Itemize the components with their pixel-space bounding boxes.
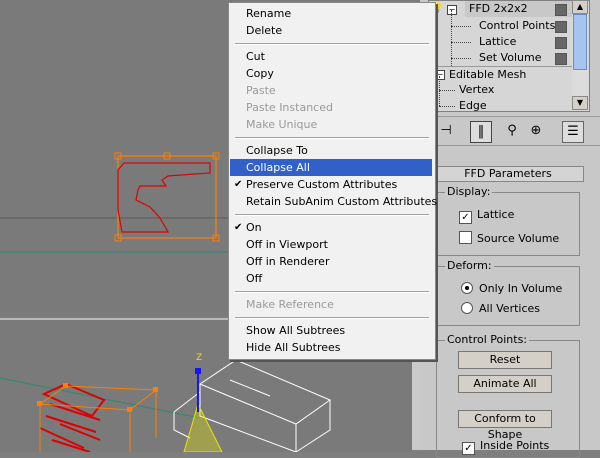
only-in-volume-radio[interactable]: Only In Volume <box>461 282 562 296</box>
scroll-up-icon[interactable]: ▲ <box>572 0 588 14</box>
show-end-result-icon[interactable]: ‖ <box>470 121 492 143</box>
radio-icon <box>461 302 473 314</box>
checkmark-icon: ✓ <box>462 442 475 455</box>
checkbox-label: Source Volume <box>477 232 560 245</box>
pivot-marker <box>195 368 201 374</box>
radio-label: All Vertices <box>479 302 541 315</box>
menu-item-off-in-viewport[interactable]: Off in Viewport <box>230 236 432 253</box>
stack-scrollbar[interactable]: ▲ ▼ <box>572 0 588 110</box>
stack-item-label: Control Points <box>479 19 556 32</box>
stack-item-label: Vertex <box>459 83 495 96</box>
menu-item-copy[interactable]: Copy <box>230 65 432 82</box>
stack-item-vertex[interactable]: Vertex <box>429 76 575 106</box>
collapse-icon[interactable]: − <box>435 70 445 80</box>
stack-item-lattice[interactable]: Lattice <box>429 34 575 50</box>
radio-label: Only In Volume <box>479 282 563 295</box>
pin-stack-icon[interactable]: ⊣ <box>436 121 456 141</box>
collapse-icon[interactable]: − <box>447 5 457 15</box>
menu-item-collapse-to[interactable]: Collapse To <box>230 142 432 159</box>
red-wire-mesh[interactable] <box>39 382 106 452</box>
menu-item-collapse-all[interactable]: Collapse All <box>230 159 432 176</box>
menu-item-make-reference: Make Reference <box>246 298 334 311</box>
menu-item-rename[interactable]: Rename <box>230 5 432 22</box>
checkmark-icon: ✔ <box>234 179 243 190</box>
toggle-box[interactable] <box>555 37 567 49</box>
menu-item-retain-subanim[interactable]: Retain SubAnim Custom Attributes <box>230 193 437 210</box>
menu-item-preserve-custom-attributes[interactable]: ✔ Preserve Custom Attributes <box>230 176 432 193</box>
mesh-shape[interactable] <box>117 162 211 233</box>
menu-separator <box>235 291 429 293</box>
reset-button[interactable]: Reset <box>458 351 552 369</box>
menu-item-delete[interactable]: Delete <box>230 22 432 39</box>
stack-toolbar: ⊣ ‖ ⚲ ⊕ ☰ <box>420 116 600 146</box>
stack-item-editable-mesh[interactable]: − Editable Mesh <box>429 66 575 83</box>
menu-separator <box>235 317 429 319</box>
remove-modifier-icon[interactable]: ⊕ <box>526 121 546 141</box>
animate-all-button[interactable]: Animate All <box>458 375 552 393</box>
menu-item-paste-instanced: Paste Instanced <box>246 101 333 114</box>
stack-item-control-points[interactable]: Control Points <box>429 10 575 66</box>
toggle-box[interactable] <box>555 21 567 33</box>
stack-item-edge[interactable]: Edge <box>429 98 575 112</box>
group-title: Display: <box>445 185 493 199</box>
make-unique-icon[interactable]: ⚲ <box>502 121 522 141</box>
menu-separator <box>235 214 429 216</box>
deform-group: Deform: Only In Volume All Vertices <box>436 259 580 326</box>
menu-item-label: On <box>246 221 262 234</box>
gizmo-cone[interactable] <box>183 402 223 452</box>
stack-item-label: Editable Mesh <box>449 68 527 81</box>
stack-context-menu: Rename Delete Cut Copy Paste Paste Insta… <box>228 2 437 360</box>
menu-item-paste: Paste <box>246 84 276 97</box>
stack-item-label: Edge <box>459 99 487 112</box>
menu-item-off[interactable]: Off <box>230 270 432 287</box>
radio-selected-icon <box>461 282 473 294</box>
menu-separator <box>235 137 429 139</box>
menu-item-show-all-subtrees[interactable]: Show All Subtrees <box>230 322 432 339</box>
menu-item-off-in-renderer[interactable]: Off in Renderer <box>230 253 432 270</box>
checkmark-icon: ✓ <box>459 211 472 224</box>
checkbox-label: Lattice <box>477 208 515 221</box>
modifier-stack[interactable]: 💡 − FFD 2x2x2 Control Points Lattice Set… <box>428 0 590 112</box>
scroll-thumb[interactable] <box>573 14 587 70</box>
stack-item-label: Lattice <box>479 35 517 48</box>
menu-separator <box>235 43 429 45</box>
menu-item-on[interactable]: ✔ On <box>230 219 432 236</box>
inside-points-checkbox[interactable]: ✓ Inside Points <box>462 439 549 455</box>
menu-item-make-unique: Make Unique <box>246 118 318 131</box>
toggle-box[interactable] <box>555 4 567 16</box>
conform-to-shape-button[interactable]: Conform to Shape <box>458 410 552 441</box>
configure-modifier-sets-icon[interactable]: ☰ <box>562 121 584 143</box>
stack-item-label: Set Volume <box>479 51 542 64</box>
all-vertices-radio[interactable]: All Vertices <box>461 302 540 316</box>
lattice-control-points[interactable] <box>114 152 220 242</box>
checkmark-icon: ✔ <box>234 222 243 233</box>
ffd-lattice-box[interactable] <box>117 155 217 239</box>
ffd-parameters-rollout-header[interactable]: FFD Parameters <box>432 166 584 182</box>
menu-item-label: Preserve Custom Attributes <box>246 178 398 191</box>
z-axis-label: Z <box>196 353 202 363</box>
display-group: Display: ✓ Lattice Source Volume <box>436 185 580 256</box>
stack-item-set-volume[interactable]: Set Volume <box>429 50 575 66</box>
scroll-down-icon[interactable]: ▼ <box>572 96 588 110</box>
group-title: Control Points: <box>445 333 530 347</box>
checkbox-box <box>459 231 472 244</box>
menu-item-cut[interactable]: Cut <box>230 48 432 65</box>
toggle-box[interactable] <box>555 53 567 65</box>
lattice-checkbox[interactable]: ✓ Lattice <box>459 208 514 224</box>
group-title: Deform: <box>445 259 494 273</box>
source-volume-checkbox[interactable]: Source Volume <box>459 231 559 246</box>
checkbox-label: Inside Points <box>480 439 550 452</box>
menu-item-hide-all-subtrees[interactable]: Hide All Subtrees <box>230 339 432 356</box>
